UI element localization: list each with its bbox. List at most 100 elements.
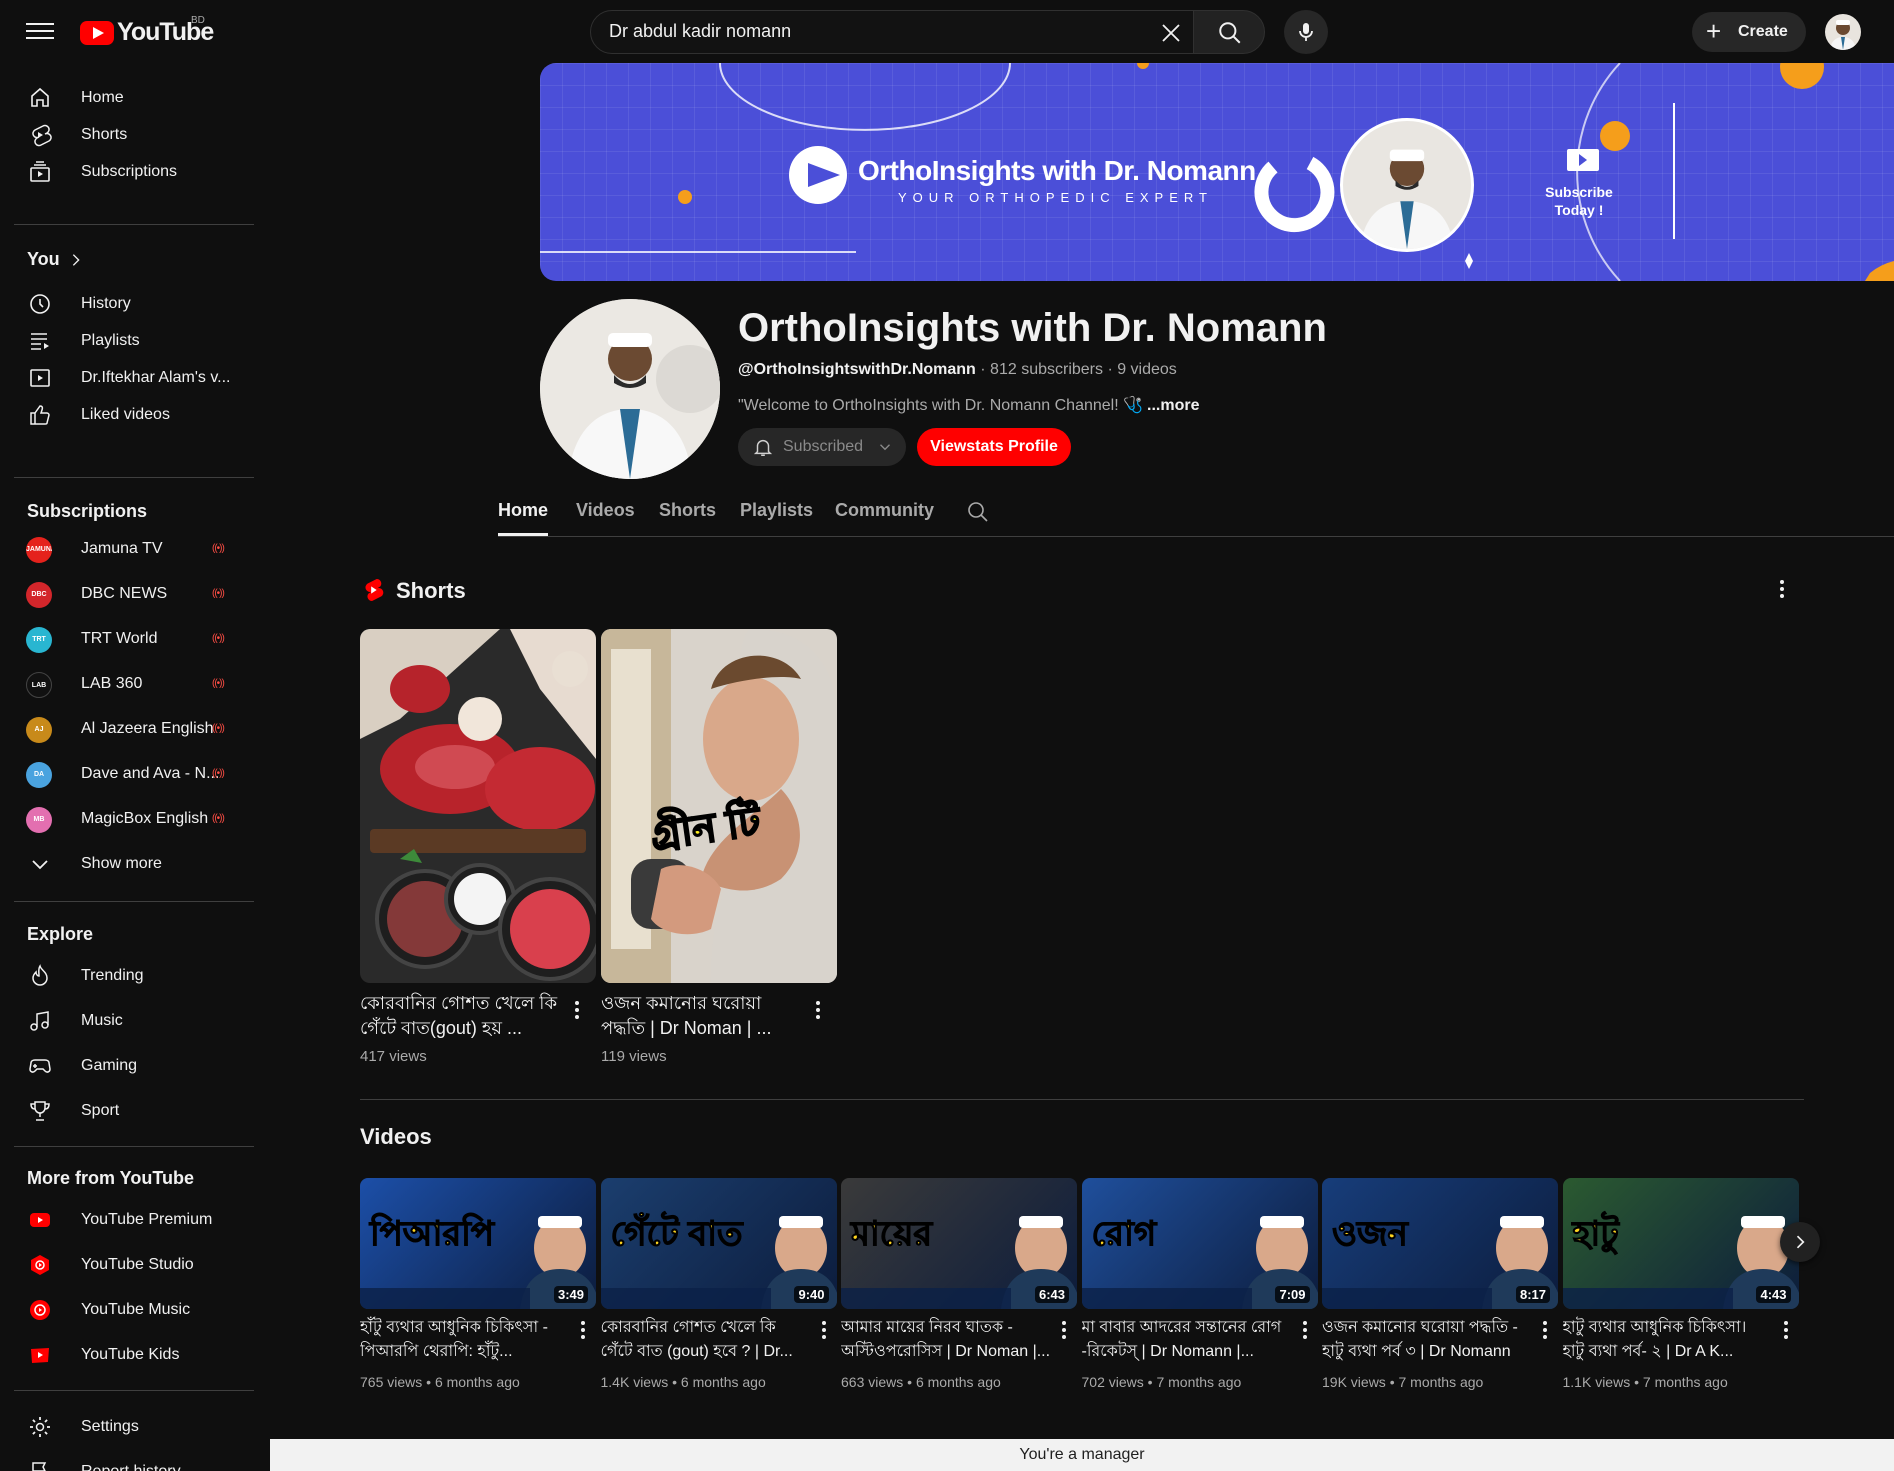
sidebar-channel-dave-and-ava[interactable]: DA Dave and Ava - N... ((•))	[14, 754, 254, 794]
sidebar-item-playlist[interactable]: Dr.Iftekhar Alam's v...	[14, 358, 254, 398]
more-vertical-icon[interactable]	[1542, 1321, 1548, 1341]
live-indicator-icon: ((•))	[212, 543, 225, 554]
more-vertical-icon[interactable]	[815, 1001, 821, 1021]
sidebar-item-youtube-premium[interactable]: YouTube Premium	[14, 1200, 254, 1240]
sidebar-item-music[interactable]: Music	[14, 1001, 254, 1041]
video-thumbnail-caption: হাটু	[1572, 1215, 1619, 1254]
sidebar-channel-lab-360[interactable]: LAB LAB 360 ((•))	[14, 664, 254, 704]
video-card[interactable]: পিআরপি 3:49 হাঁটু ব্যথার আধুনিক চিকিৎসা - …	[360, 1178, 596, 1390]
tab-community[interactable]: Community	[835, 500, 934, 521]
tab-playlists[interactable]: Playlists	[740, 500, 813, 521]
video-card[interactable]: ওজন 8:17 ওজন কমানোর ঘরোয়া পদ্ধতি - হাটু ব…	[1322, 1178, 1558, 1390]
hamburger-menu-icon[interactable]	[26, 19, 54, 43]
video-thumbnail[interactable]: রোগ 7:09	[1081, 1178, 1318, 1309]
voice-search-button[interactable]	[1284, 10, 1328, 54]
close-icon[interactable]	[1159, 21, 1183, 45]
tab-shorts[interactable]: Shorts	[659, 500, 716, 521]
more-vertical-icon[interactable]	[574, 1001, 580, 1021]
description-more-link[interactable]: ...more	[1147, 397, 1199, 414]
subscribed-label: Subscribed	[783, 438, 864, 455]
gaming-icon	[29, 1059, 51, 1073]
video-thumbnail[interactable]: পিআরপি 3:49	[360, 1178, 596, 1309]
tab-home[interactable]: Home	[498, 500, 549, 536]
subscribed-button[interactable]: Subscribed	[738, 428, 906, 466]
search-input[interactable]	[609, 21, 1129, 42]
video-title[interactable]: হাঁটু ব্যথার আধুনিক চিকিৎসা - পিআরপি থের…	[360, 1316, 570, 1364]
channel-avatar: JAMUNA	[26, 537, 52, 563]
live-indicator-icon: ((•))	[212, 813, 225, 824]
short-thumbnail[interactable]	[360, 629, 596, 983]
more-vertical-icon[interactable]	[580, 1321, 586, 1341]
short-title[interactable]: কোরবানির গোশত খেলে কি গেঁটে বাত(gout) হয…	[360, 991, 560, 1041]
meta-separator: •	[1630, 1374, 1643, 1390]
channel-avatar[interactable]	[540, 299, 720, 479]
sidebar-item-subscriptions[interactable]: Subscriptions	[14, 152, 254, 192]
sidebar-item-playlists[interactable]: Playlists	[14, 321, 254, 361]
video-views: 663 views	[841, 1374, 904, 1390]
sidebar-channel-trt-world[interactable]: TRT TRT World ((•))	[14, 619, 254, 659]
sidebar-channel-magicbox[interactable]: MB MagicBox English ((•))	[14, 799, 254, 839]
video-thumbnail[interactable]: গেঁটে বাত 9:40	[600, 1178, 837, 1309]
video-card[interactable]: মায়ের 6:43 আমার মায়ের নিরব ঘাতক - অস্টিও…	[841, 1178, 1077, 1390]
sidebar-channel-jamuna-tv[interactable]: JAMUNA Jamuna TV ((•))	[14, 529, 254, 569]
short-card[interactable]: গ্রীন টি ওজন কমানোর ঘরোয়া পদ্ধতি | Dr N…	[601, 629, 837, 1065]
sidebar-item-shorts[interactable]: Shorts	[14, 115, 254, 155]
search-icon[interactable]	[966, 500, 990, 524]
live-indicator-icon: ((•))	[212, 768, 225, 779]
search-button[interactable]	[1193, 10, 1265, 54]
sidebar-item-label: Gaming	[81, 1057, 138, 1074]
video-card[interactable]: গেঁটে বাত 9:40 কোরবানির গোশত খেলে কি গেঁটে…	[600, 1178, 837, 1390]
viewstats-profile-button[interactable]: Viewstats Profile	[917, 428, 1071, 466]
sidebar-item-sport[interactable]: Sport	[14, 1091, 254, 1131]
sidebar-item-settings[interactable]: Settings	[14, 1407, 254, 1447]
video-title[interactable]: ওজন কমানোর ঘরোয়া পদ্ধতি - হাটু ব্যথা পর…	[1322, 1316, 1532, 1364]
video-title[interactable]: হাটু ব্যথার আধুনিক চিকিৎসা। হাটু ব্যথা প…	[1563, 1316, 1773, 1364]
sidebar-item-home[interactable]: Home	[14, 78, 254, 118]
sidebar-show-more[interactable]: Show more	[14, 844, 254, 884]
account-avatar[interactable]	[1825, 14, 1861, 50]
sidebar-item-youtube-kids[interactable]: YouTube Kids	[14, 1335, 254, 1375]
more-vertical-icon[interactable]	[1302, 1321, 1308, 1341]
video-thumbnail[interactable]: ওজন 8:17	[1322, 1178, 1558, 1309]
sidebar-item-gaming[interactable]: Gaming	[14, 1046, 254, 1086]
sidebar-item-liked-videos[interactable]: Liked videos	[14, 395, 254, 435]
tab-videos[interactable]: Videos	[576, 500, 635, 521]
channel-description[interactable]: "Welcome to OrthoInsights with Dr. Noman…	[738, 395, 1200, 415]
video-thumbnail[interactable]: হাটু 4:43	[1562, 1178, 1799, 1309]
sidebar-item-history[interactable]: History	[14, 284, 254, 324]
playlists-icon	[31, 333, 49, 350]
video-views: 1.4K views	[600, 1374, 669, 1390]
sidebar-item-trending[interactable]: Trending	[14, 956, 254, 996]
sidebar-channel-al-jazeera[interactable]: AJ Al Jazeera English ((•))	[14, 709, 254, 749]
video-thumbnail[interactable]: মায়ের 6:43	[841, 1178, 1077, 1309]
sidebar-item-label: YouTube Music	[81, 1301, 191, 1318]
masthead: YouTube BD + Create	[0, 0, 1894, 62]
shelf-next-button[interactable]	[1780, 1222, 1820, 1262]
more-vertical-icon[interactable]	[1061, 1321, 1067, 1341]
video-title[interactable]: মা বাবার আদরের সন্তানের রোগ -রিকেটস্ | D…	[1082, 1316, 1292, 1364]
short-thumbnail[interactable]: গ্রীন টি	[601, 629, 837, 983]
video-meta: 1.1K views • 7 months ago	[1563, 1374, 1728, 1390]
video-title[interactable]: আমার মায়ের নিরব ঘাতক - অস্টিওপরোসিস | D…	[841, 1316, 1051, 1364]
history-icon	[30, 294, 50, 314]
sidebar-item-report-history[interactable]: Report history	[14, 1452, 254, 1471]
more-vertical-icon[interactable]	[1783, 1321, 1789, 1341]
more-vertical-icon[interactable]	[1779, 580, 1785, 600]
shorts-icon	[32, 124, 52, 147]
sidebar-item-youtube-studio[interactable]: YouTube Studio	[14, 1245, 254, 1285]
short-title[interactable]: ওজন কমানোর ঘরোয়া পদ্ধতি | Dr Noman | ..…	[601, 991, 801, 1041]
section-divider	[360, 1099, 1804, 1100]
sidebar-channel-dbc-news[interactable]: DBC DBC NEWS ((•))	[14, 574, 254, 614]
more-vertical-icon[interactable]	[821, 1321, 827, 1341]
video-title[interactable]: কোরবানির গোশত খেলে কি গেঁটে বাত (gout) হ…	[601, 1316, 811, 1364]
sidebar-you-heading[interactable]: You	[14, 240, 254, 280]
sidebar-item-label: Subscriptions	[81, 163, 178, 180]
channel-stats: · 812 subscribers · 9 videos	[975, 361, 1177, 378]
create-button[interactable]: + Create	[1692, 12, 1806, 52]
video-card[interactable]: হাটু 4:43 হাটু ব্যথার আধুনিক চিকিৎসা। হাটু…	[1562, 1178, 1799, 1390]
video-age: 7 months ago	[1642, 1374, 1728, 1390]
avatar-image	[1830, 20, 1856, 50]
video-card[interactable]: রোগ 7:09 মা বাবার আদরের সন্তানের রোগ -রিকে…	[1081, 1178, 1318, 1390]
sidebar-item-youtube-music[interactable]: YouTube Music	[14, 1290, 254, 1330]
short-card[interactable]: কোরবানির গোশত খেলে কি গেঁটে বাত(gout) হয…	[360, 629, 596, 1065]
